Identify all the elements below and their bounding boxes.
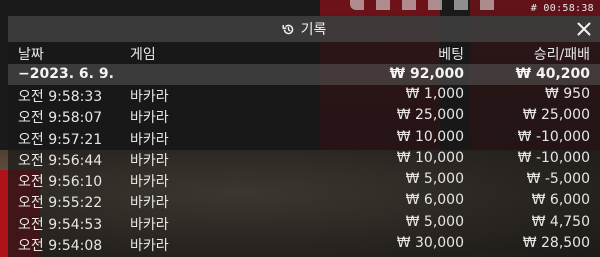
record-row[interactable]: 오전 9:58:33 바카라 ₩ 1,000 ₩ 950 xyxy=(8,85,600,106)
panel-title: 기록 xyxy=(300,22,327,38)
record-result: ₩ -5,000 xyxy=(526,171,590,188)
history-icon xyxy=(282,23,295,36)
record-time: 오전 9:58:07 xyxy=(18,110,103,127)
column-header-date: 날짜 xyxy=(18,47,44,63)
record-row[interactable]: 오전 9:55:22 바카라 ₩ 6,000 ₩ 6,000 xyxy=(8,191,600,212)
record-result: ₩ -10,000 xyxy=(517,128,590,145)
title-group: 기록 xyxy=(8,16,600,42)
record-game: 바카라 xyxy=(130,216,169,233)
record-row[interactable]: 오전 9:56:10 바카라 ₩ 5,000 ₩ -5,000 xyxy=(8,170,600,191)
record-row[interactable]: 오전 9:57:21 바카라 ₩ 10,000 ₩ -10,000 xyxy=(8,128,600,149)
close-button[interactable] xyxy=(574,19,594,39)
record-game: 바카라 xyxy=(130,174,169,191)
column-header-bet: 베팅 xyxy=(438,47,464,63)
session-timer: # 00:58:38 xyxy=(530,3,594,14)
record-bet: ₩ 10,000 xyxy=(396,149,464,166)
column-headers: 날짜 게임 베팅 승리/패배 xyxy=(8,42,600,64)
record-bet: ₩ 10,000 xyxy=(396,128,464,145)
background-lights xyxy=(350,0,500,10)
column-header-result: 승리/패배 xyxy=(533,47,590,63)
record-result: ₩ 28,500 xyxy=(522,235,590,252)
record-result: ₩ 25,000 xyxy=(522,107,590,124)
record-time: 오전 9:56:44 xyxy=(18,152,103,169)
record-bet: ₩ 25,000 xyxy=(396,107,464,124)
date-group-bet-total: ₩ 92,000 xyxy=(389,66,464,82)
date-group-row[interactable]: −2023. 6. 9. ₩ 92,000 ₩ 40,200 xyxy=(8,64,600,85)
record-bet: ₩ 30,000 xyxy=(396,235,464,252)
close-icon xyxy=(577,22,591,36)
record-time: 오전 9:54:08 xyxy=(18,238,103,255)
panel-titlebar: 기록 xyxy=(8,16,600,42)
record-time: 오전 9:55:22 xyxy=(18,195,103,212)
record-bet: ₩ 5,000 xyxy=(405,171,464,188)
record-result: ₩ 4,750 xyxy=(531,213,590,230)
column-header-game: 게임 xyxy=(130,47,156,63)
record-game: 바카라 xyxy=(130,238,169,255)
date-group-label: −2023. 6. 9. xyxy=(18,66,114,82)
record-list: 오전 9:58:33 바카라 ₩ 1,000 ₩ 950 오전 9:58:07 … xyxy=(8,85,600,255)
record-time: 오전 9:54:53 xyxy=(18,216,103,233)
record-result: ₩ -10,000 xyxy=(517,149,590,166)
record-game: 바카라 xyxy=(130,195,169,212)
date-group-result-total: ₩ 40,200 xyxy=(515,66,590,82)
record-row[interactable]: 오전 9:58:07 바카라 ₩ 25,000 ₩ 25,000 xyxy=(8,106,600,127)
record-game: 바카라 xyxy=(130,131,169,148)
record-bet: ₩ 1,000 xyxy=(405,86,464,102)
record-result: ₩ 6,000 xyxy=(531,192,590,209)
record-bet: ₩ 5,000 xyxy=(405,213,464,230)
record-row[interactable]: 오전 9:54:53 바카라 ₩ 5,000 ₩ 4,750 xyxy=(8,213,600,234)
record-time: 오전 9:57:21 xyxy=(18,131,103,148)
record-bet: ₩ 6,000 xyxy=(405,192,464,209)
record-time: 오전 9:56:10 xyxy=(18,174,103,191)
record-result: ₩ 950 xyxy=(544,86,590,102)
record-row[interactable]: 오전 9:54:08 바카라 ₩ 30,000 ₩ 28,500 xyxy=(8,234,600,255)
record-row[interactable]: 오전 9:56:44 바카라 ₩ 10,000 ₩ -10,000 xyxy=(8,149,600,170)
record-game: 바카라 xyxy=(130,110,169,127)
history-panel: 기록 날짜 게임 베팅 승리/패배 −2023. 6. 9. ₩ 92,000 … xyxy=(8,16,600,257)
record-game: 바카라 xyxy=(130,89,169,105)
record-time: 오전 9:58:33 xyxy=(18,89,103,105)
record-game: 바카라 xyxy=(130,152,169,169)
